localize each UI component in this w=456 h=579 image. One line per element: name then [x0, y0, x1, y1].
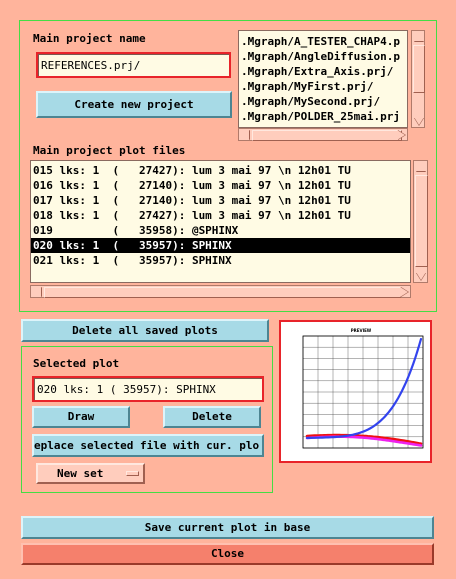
project-file-item[interactable]: .Mgraph/AngleDiffusion.p: [239, 49, 407, 64]
plot-preview-svg: PREVIEW: [302, 328, 424, 449]
scroll-right-arrow-icon[interactable]: [400, 287, 408, 297]
project-file-item[interactable]: .Mgraph/MySecond.prj/: [239, 94, 407, 109]
plot-file-row[interactable]: 021 lks: 1 ( 35957): SPHINX: [31, 253, 410, 268]
draw-button[interactable]: Draw: [32, 406, 130, 428]
plot-file-row[interactable]: 018 lks: 1 ( 27427): lum 3 mai 97 \n 12h…: [31, 208, 410, 223]
scroll-down-arrow-icon[interactable]: [414, 117, 424, 125]
project-list-vscroll-thumb[interactable]: [413, 45, 425, 93]
save-current-plot-button[interactable]: Save current plot in base: [21, 516, 434, 539]
preview-series-blue: [305, 337, 423, 440]
project-file-item[interactable]: .Mgraph/MyFirst.prj/: [239, 79, 407, 94]
main-project-name-value: REFERENCES.prj/: [41, 59, 141, 72]
create-new-project-button[interactable]: Create new project: [36, 91, 232, 118]
close-button[interactable]: Close: [21, 543, 434, 565]
option-menu-indicator-icon: [126, 471, 139, 476]
plot-files-hscrollbar[interactable]: [30, 285, 411, 298]
plot-file-row[interactable]: 016 lks: 1 ( 27140): lum 3 mai 97 \n 12h…: [31, 178, 410, 193]
selected-plot-value: 020 lks: 1 ( 35957): SPHINX: [37, 383, 216, 396]
project-list-hscroll-thumb[interactable]: [252, 130, 402, 141]
project-file-item[interactable]: .Mgraph/Extra_Axis.prj/: [239, 64, 407, 79]
new-set-menubutton[interactable]: New set: [36, 463, 145, 484]
selected-plot-field[interactable]: 020 lks: 1 ( 35957): SPHINX: [32, 376, 264, 402]
plot-files-vscroll-thumb[interactable]: [415, 175, 428, 267]
plot-preview-title: PREVIEW: [351, 328, 372, 333]
main-project-name-field[interactable]: REFERENCES.prj/: [36, 52, 231, 78]
scroll-up-arrow-icon[interactable]: [416, 163, 426, 171]
delete-button[interactable]: Delete: [163, 406, 261, 428]
project-file-item[interactable]: .Mgraph/POLDER_25mai.prj: [239, 109, 407, 124]
project-list-vscrollbar[interactable]: [411, 30, 425, 128]
plot-preview: PREVIEW: [279, 320, 432, 463]
scroll-down-arrow-icon[interactable]: [416, 272, 426, 280]
scroll-left-arrow-icon[interactable]: [33, 287, 41, 297]
plot-files-vscrollbar[interactable]: [413, 160, 428, 283]
main-project-label: Main project name: [33, 32, 146, 45]
plot-files-label: Main project plot files: [33, 144, 186, 157]
scroll-right-arrow-icon[interactable]: [397, 130, 405, 140]
scroll-up-arrow-icon[interactable]: [414, 33, 424, 41]
scroll-left-arrow-icon[interactable]: [241, 130, 249, 140]
project-list-hscrollbar[interactable]: [238, 128, 408, 141]
new-set-label: New set: [57, 467, 104, 480]
project-file-list[interactable]: .Mgraph/A_TESTER_CHAP4.p .Mgraph/AngleDif…: [238, 30, 408, 128]
delete-all-saved-plots-button[interactable]: Delete all saved plots: [21, 319, 269, 342]
replace-selected-file-button[interactable]: eplace selected file with cur. plo: [32, 434, 264, 457]
plot-file-row[interactable]: 019 ( 35958): @SPHINX: [31, 223, 410, 238]
project-file-item[interactable]: .Mgraph/A_TESTER_CHAP4.p: [239, 34, 407, 49]
plot-files-hscroll-thumb[interactable]: [44, 287, 401, 298]
selected-plot-label: Selected plot: [33, 357, 120, 370]
plot-file-row[interactable]: 015 lks: 1 ( 27427): lum 3 mai 97 \n 12h…: [31, 163, 410, 178]
plot-files-list[interactable]: 015 lks: 1 ( 27427): lum 3 mai 97 \n 12h…: [30, 160, 411, 283]
plot-file-row[interactable]: 020 lks: 1 ( 35957): SPHINX: [31, 238, 410, 253]
plot-file-row[interactable]: 017 lks: 1 ( 27140): lum 3 mai 97 \n 12h…: [31, 193, 410, 208]
